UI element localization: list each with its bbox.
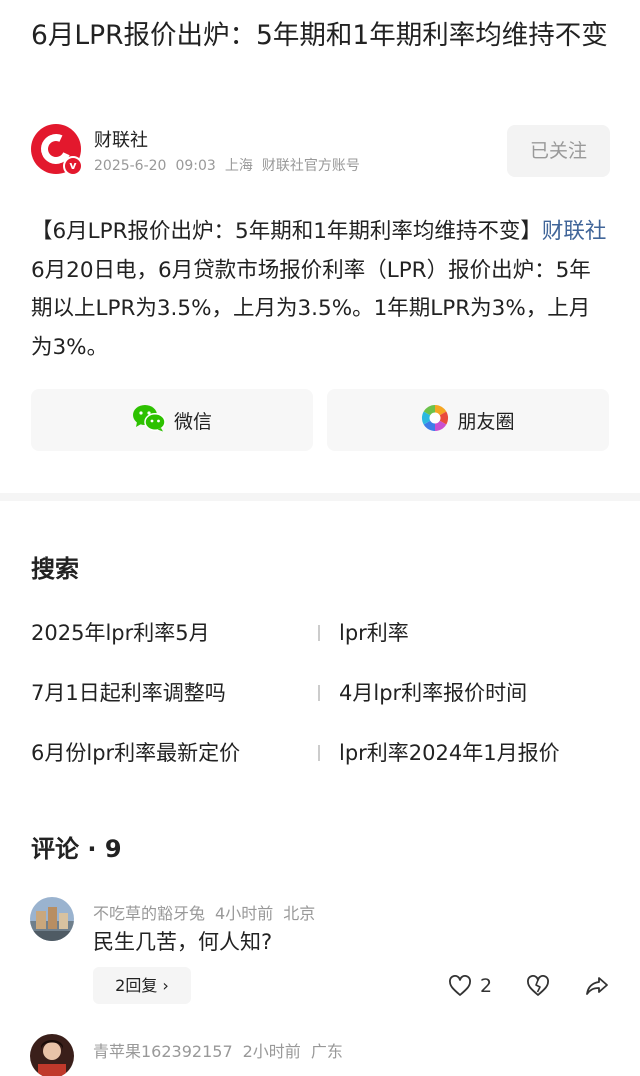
share-moments-button[interactable]: 朋友圈 [327, 389, 609, 451]
wechat-icon [132, 404, 166, 437]
search-suggestion[interactable]: lpr利率 [339, 617, 409, 647]
heart-icon [448, 975, 472, 997]
comment-location: 广东 [310, 1042, 343, 1061]
like-count: 2 [480, 975, 493, 997]
publish-location: 上海 [224, 158, 253, 174]
comment-text: 民生几苦，何人知? [93, 930, 273, 954]
verified-badge-icon: v [63, 156, 83, 176]
author-row: v 财联社 2025-6-20 09:03 上海 财联社官方账号 已关注 [31, 124, 611, 178]
follow-button[interactable]: 已关注 [507, 125, 610, 177]
author-meta: 2025-6-20 09:03 上海 财联社官方账号 [94, 155, 369, 175]
author-name[interactable]: 财联社 [94, 126, 148, 152]
share-comment-button[interactable] [585, 972, 609, 1000]
search-section-title: 搜索 [31, 555, 79, 583]
article-body: 【6月LPR报价出炉：5年期和1年期利率均维持不变】财联社 6月20日电，6月贷款… [31, 213, 611, 367]
share-wechat-label: 微信 [173, 410, 212, 433]
comment-meta: 青苹果162392157 2小时前 广东 [93, 1038, 353, 1062]
search-separator [318, 625, 320, 641]
search-suggestion[interactable]: 7月1日起利率调整吗 [31, 677, 226, 707]
search-suggestion[interactable]: 6月份lpr利率最新定价 [31, 737, 240, 767]
view-replies-button[interactable]: 2回复 › [93, 967, 191, 1004]
comment-location: 北京 [283, 904, 316, 923]
author-avatar[interactable]: v [31, 124, 83, 176]
search-suggestion[interactable]: 2025年lpr利率5月 [31, 617, 210, 647]
section-divider [0, 493, 640, 501]
share-wechat-button[interactable]: 微信 [31, 389, 313, 451]
share-moments-label: 朋友圈 [457, 410, 515, 433]
comment-time: 2小时前 [242, 1042, 301, 1061]
comment-time: 4小时前 [215, 904, 274, 923]
search-separator [318, 685, 320, 701]
publish-time: 09:03 [175, 158, 216, 174]
comment-avatar[interactable] [30, 897, 74, 941]
search-separator [318, 745, 320, 761]
article-text: 6月20日电，6月贷款市场报价利率（LPR）报价出炉：5年期以上LPR为3.5%… [31, 257, 591, 360]
publish-date: 2025-6-20 [94, 158, 167, 174]
dislike-button[interactable] [526, 972, 550, 1000]
moments-icon [421, 404, 449, 437]
comment-username[interactable]: 青苹果162392157 [93, 1042, 233, 1061]
comment-meta: 不吃草的豁牙兔 4小时前 北京 [93, 900, 325, 924]
search-suggestion[interactable]: 4月lpr利率报价时间 [339, 677, 527, 707]
search-suggestion[interactable]: lpr利率2024年1月报价 [339, 737, 560, 767]
comment-username[interactable]: 不吃草的豁牙兔 [93, 904, 205, 923]
article-title: 6月LPR报价出炉：5年期和1年期利率均维持不变 [31, 20, 608, 51]
source-link[interactable]: 财联社 [542, 219, 607, 244]
dislike-heart-icon [526, 975, 550, 997]
comment-avatar[interactable] [30, 1034, 74, 1076]
comments-section-title: 评论 · 9 [31, 835, 122, 863]
article-intro: 【6月LPR报价出炉：5年期和1年期利率均维持不变】 [31, 219, 542, 244]
like-button[interactable]: 2 [448, 972, 492, 1000]
account-type: 财联社官方账号 [261, 158, 360, 174]
share-icon [585, 975, 609, 997]
